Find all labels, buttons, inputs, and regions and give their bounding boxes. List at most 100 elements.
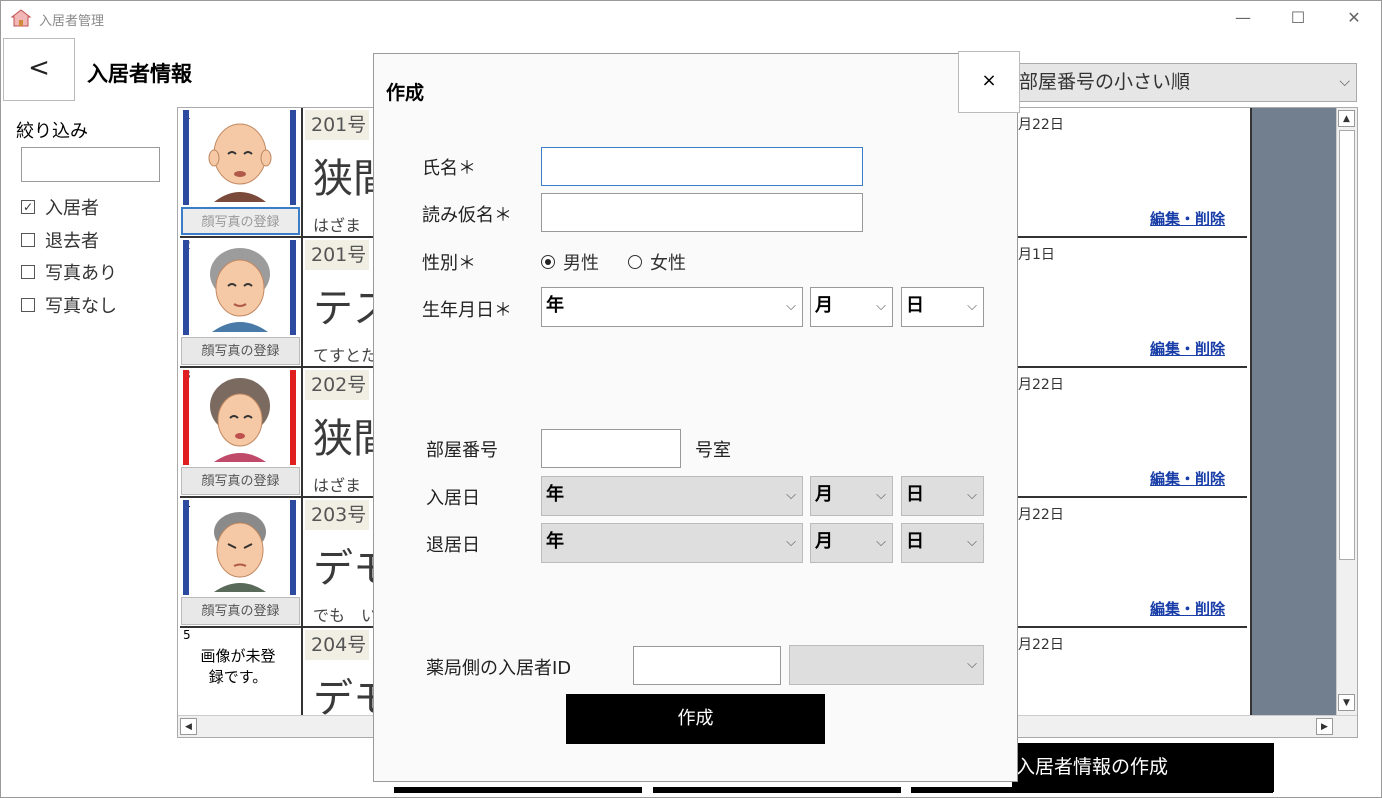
move-in-date: 月22日 — [1018, 507, 1064, 523]
submit-create-button[interactable]: 作成 — [566, 694, 825, 744]
select-value: 日 — [906, 295, 924, 316]
status-bar — [183, 500, 189, 595]
filter-search-input[interactable] — [21, 147, 160, 182]
gender-label: 性別＊ — [422, 253, 476, 274]
bottom-button-edge — [394, 787, 642, 793]
edit-delete-link[interactable]: 編集・削除 — [1150, 338, 1225, 359]
chevron-down-icon: ⌵ — [967, 488, 977, 503]
checkbox-icon — [21, 233, 35, 247]
room-input[interactable] — [541, 429, 681, 468]
select-value: 年 — [546, 484, 564, 505]
room-number: 202号 — [305, 370, 369, 400]
elderly-woman-avatar-icon — [210, 378, 270, 462]
gender-male-radio[interactable]: 男性 — [541, 249, 599, 275]
edit-delete-link[interactable]: 編集・削除 — [1150, 208, 1225, 229]
chevron-down-icon: ⌵ — [876, 535, 886, 550]
room-label: 部屋番号 — [426, 440, 498, 461]
photo-register-button[interactable]: 顔写真の登録 — [181, 337, 300, 365]
room-number: 203号 — [305, 500, 369, 530]
page-title: 入居者情報 — [87, 62, 192, 86]
chevron-down-icon: ⌵ — [786, 535, 796, 550]
dialog-title: 作成 — [386, 82, 425, 104]
gender-female-radio[interactable]: 女性 — [628, 249, 686, 275]
filter-with-photo-checkbox[interactable]: 写真あり — [21, 260, 117, 284]
radio-selected-icon — [541, 255, 555, 269]
chevron-down-icon: ⌵ — [876, 299, 886, 314]
elderly-man-avatar-icon — [208, 123, 272, 202]
status-bar — [290, 500, 296, 595]
move-in-month-select[interactable]: 月 ⌵ — [810, 476, 893, 516]
sort-order-select[interactable]: 部屋番号の小さい順 ⌵ — [1014, 63, 1357, 102]
edit-delete-link[interactable]: 編集・削除 — [1150, 468, 1225, 489]
pharmacy-id-label: 薬局側の入居者ID — [426, 658, 572, 679]
move-in-year-select[interactable]: 年 ⌵ — [541, 476, 803, 516]
row-index: 5 — [183, 628, 191, 642]
select-value: 年 — [546, 295, 564, 316]
pharmacy-id-input[interactable] — [633, 646, 781, 685]
filter-label: 絞り込み — [16, 121, 88, 142]
move-in-date: 月22日 — [1018, 377, 1064, 393]
name-input[interactable] — [541, 147, 863, 186]
photo-register-button[interactable]: 顔写真の登録 — [181, 207, 300, 235]
house-icon — [11, 9, 31, 27]
filter-resident-checkbox[interactable]: ✓ 入居者 — [21, 195, 99, 219]
pharmacy-resident-select[interactable]: ⌵ — [789, 645, 984, 685]
status-bar — [183, 370, 189, 465]
room-number: 201号 — [305, 240, 369, 270]
photo-register-button[interactable]: 顔写真の登録 — [181, 597, 300, 625]
move-in-day-select[interactable]: 日 ⌵ — [901, 476, 984, 516]
select-value: 日 — [906, 531, 924, 552]
status-bar — [290, 370, 296, 465]
photo-register-button[interactable]: 顔写真の登録 — [181, 467, 300, 495]
window-close-button[interactable]: ✕ — [1339, 7, 1369, 29]
select-value: 月 — [815, 295, 833, 316]
side-panel — [1250, 108, 1336, 715]
filter-no-photo-checkbox[interactable]: 写真なし — [21, 293, 117, 317]
birthdate-label: 生年月日＊ — [422, 300, 512, 321]
vertical-scrollbar[interactable]: ▲ ▼ — [1336, 108, 1357, 715]
move-out-month-select[interactable]: 月 ⌵ — [810, 523, 893, 563]
move-out-day-select[interactable]: 日 ⌵ — [901, 523, 984, 563]
create-dialog: 作成 × 氏名＊ 読み仮名＊ 性別＊ 男性 女性 生年月日＊ 年 ⌵ 月 ⌵ 日… — [373, 51, 1020, 782]
close-icon[interactable]: × — [958, 51, 1020, 113]
resident-kana: はざま — [313, 476, 362, 495]
birth-day-select[interactable]: 日 ⌵ — [901, 287, 984, 327]
scroll-down-icon[interactable]: ▼ — [1338, 694, 1355, 711]
create-resident-button[interactable]: 入居者情報の作成 — [1012, 743, 1274, 792]
chevron-down-icon: ⌵ — [876, 488, 886, 503]
resident-kana: でも い — [313, 606, 378, 625]
move-in-label: 入居日 — [426, 488, 480, 509]
move-in-date: 月1日 — [1018, 247, 1055, 263]
checkbox-icon — [21, 298, 35, 312]
chevron-down-icon: ⌵ — [786, 299, 796, 314]
resident-photo: 1 顔写真の登録 — [180, 108, 303, 238]
checkbox-label: 写真あり — [45, 263, 117, 284]
scroll-left-icon[interactable]: ◀ — [180, 718, 197, 735]
move-out-year-select[interactable]: 年 ⌵ — [541, 523, 803, 563]
resident-kana: はざま — [313, 216, 362, 235]
chevron-down-icon: ⌵ — [967, 657, 977, 672]
edit-delete-link[interactable]: 編集・削除 — [1150, 598, 1225, 619]
chevron-down-icon: ⌵ — [1339, 74, 1350, 90]
chevron-down-icon: ⌵ — [786, 488, 796, 503]
radio-icon — [628, 255, 642, 269]
minimize-button[interactable]: — — [1228, 7, 1258, 29]
maximize-button[interactable]: ☐ — [1283, 7, 1313, 29]
status-bar — [290, 240, 296, 335]
scroll-up-icon[interactable]: ▲ — [1338, 110, 1355, 127]
filter-moved-out-checkbox[interactable]: 退去者 — [21, 228, 99, 252]
sort-selected-value: 部屋番号の小さい順 — [1019, 71, 1191, 93]
radio-label: 男性 — [563, 253, 599, 274]
select-value: 月 — [815, 484, 833, 505]
checkbox-label: 入居者 — [45, 198, 99, 219]
kana-input[interactable] — [541, 193, 863, 232]
back-button[interactable]: < — [3, 38, 75, 101]
scroll-right-icon[interactable]: ▶ — [1316, 718, 1333, 735]
room-number: 201号 — [305, 110, 369, 140]
app-window: 入居者管理 — ☐ ✕ < 入居者情報 絞り込み ✓ 入居者 退去者 写真あり … — [0, 0, 1382, 798]
window-title: 入居者管理 — [39, 14, 105, 29]
birth-year-select[interactable]: 年 ⌵ — [541, 287, 803, 327]
scroll-thumb[interactable] — [1339, 130, 1355, 560]
checkbox-icon — [21, 265, 35, 279]
birth-month-select[interactable]: 月 ⌵ — [810, 287, 893, 327]
